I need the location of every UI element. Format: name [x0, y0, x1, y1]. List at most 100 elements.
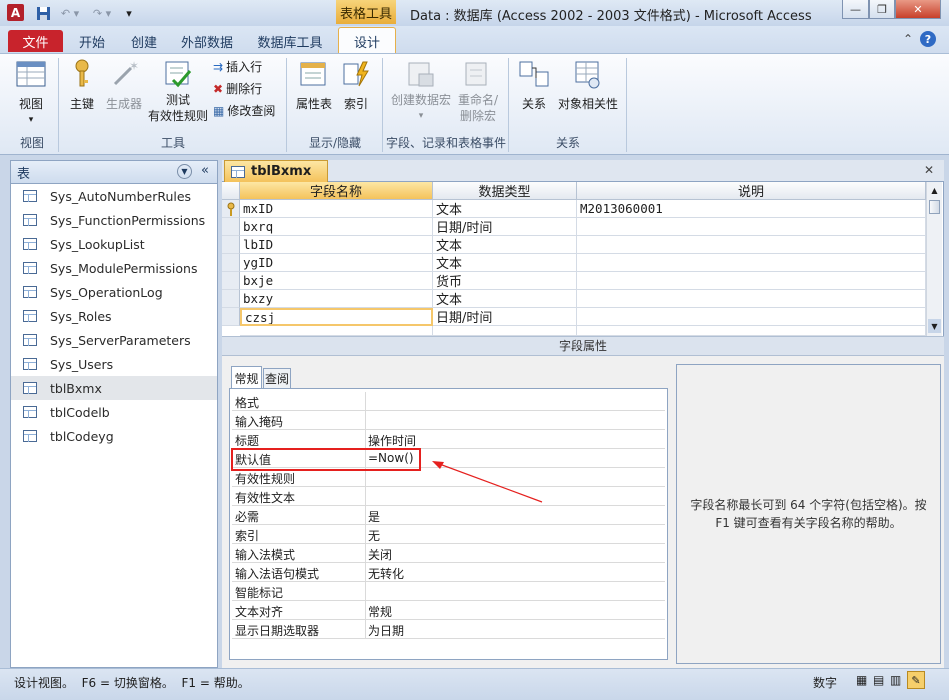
delete-rows-button[interactable]: ✖ 删除行 — [213, 80, 262, 97]
grid-cell-desc[interactable] — [577, 254, 926, 272]
nav-item-Sys_LookupList[interactable]: Sys_LookupList — [11, 232, 217, 256]
minimize-button[interactable]: — — [842, 0, 869, 19]
grid-cell-desc[interactable] — [577, 218, 926, 236]
close-button[interactable]: ✕ — [895, 0, 941, 19]
nav-item-tblBxmx[interactable]: tblBxmx — [11, 376, 217, 400]
property-row[interactable]: 显示日期选取器 为日期 — [232, 620, 665, 639]
maximize-button[interactable]: ❐ — [869, 0, 895, 19]
scroll-up-icon[interactable]: ▲ — [928, 183, 941, 197]
redo-icon[interactable]: ↷ ▾ — [88, 4, 116, 22]
grid-scrollbar[interactable]: ▲ ▼ — [926, 182, 942, 336]
property-row[interactable]: 索引 无 — [232, 525, 665, 544]
row-selector[interactable] — [222, 200, 240, 218]
grid-cell-desc[interactable] — [577, 236, 926, 254]
property-row[interactable]: 标题 操作时间 — [232, 430, 665, 449]
tab-create[interactable]: 创建 — [122, 30, 166, 52]
scroll-thumb[interactable] — [929, 200, 940, 214]
grid-cell-type[interactable]: 文本 — [433, 236, 577, 254]
nav-item-Sys_AutoNumberRules[interactable]: Sys_AutoNumberRules — [11, 184, 217, 208]
nav-item-Sys_Roles[interactable]: Sys_Roles — [11, 304, 217, 328]
ribbon-minimize-icon[interactable]: ⌃ — [903, 32, 913, 46]
grid-cell-type[interactable]: 文本 — [433, 290, 577, 308]
collapse-pane-icon[interactable]: « — [201, 163, 209, 178]
grid-cell-name[interactable]: bxrq — [240, 218, 433, 236]
grid-cell-desc[interactable] — [577, 290, 926, 308]
grid-cell-desc[interactable] — [577, 308, 926, 326]
nav-item-tblCodeyg[interactable]: tblCodeyg — [11, 424, 217, 448]
indexes-button[interactable]: 索引 — [338, 58, 374, 112]
grid-cell-type[interactable]: 文本 — [433, 200, 577, 218]
insert-rows-button[interactable]: ⇉ 插入行 — [213, 58, 262, 75]
datasheet-view-icon[interactable]: ▦ — [856, 673, 867, 687]
property-value[interactable]: 常规 — [368, 603, 392, 620]
grid-cell-desc[interactable]: M2013060001 — [577, 200, 926, 218]
property-row[interactable]: 必需 是 — [232, 506, 665, 525]
rename-delete-macro-button[interactable]: 重命名/ 删除宏 — [456, 58, 500, 124]
grid-cell-name[interactable]: bxje — [240, 272, 433, 290]
design-view-icon[interactable]: ✎ — [907, 671, 925, 689]
view-button[interactable]: 视图 ▾ — [10, 58, 52, 128]
nav-dropdown-icon[interactable]: ▼ — [177, 164, 192, 179]
property-row[interactable]: 文本对齐 常规 — [232, 601, 665, 620]
scroll-down-icon[interactable]: ▼ — [928, 319, 941, 333]
grid-header-description[interactable]: 说明 — [577, 182, 926, 200]
relationships-button[interactable]: 关系 — [514, 58, 554, 112]
save-icon[interactable] — [34, 4, 52, 22]
undo-icon[interactable]: ↶ ▾ — [56, 4, 84, 22]
row-selector[interactable] — [222, 308, 240, 326]
nav-item-Sys_ServerParameters[interactable]: Sys_ServerParameters — [11, 328, 217, 352]
pivotchart-view-icon[interactable]: ▥ — [890, 673, 901, 687]
property-value[interactable]: 关闭 — [368, 546, 392, 563]
customize-qat-icon[interactable]: ▾ — [122, 4, 136, 22]
property-value[interactable]: 无转化 — [368, 565, 404, 582]
grid-header-type[interactable]: 数据类型 — [433, 182, 577, 200]
grid-cell-name[interactable]: bxzy — [240, 290, 433, 308]
tab-design[interactable]: 设计 — [338, 27, 396, 54]
property-sheet-button[interactable]: 属性表 — [292, 58, 336, 112]
grid-cell-name[interactable]: mxID — [240, 200, 433, 218]
access-app-icon[interactable]: A — [7, 4, 24, 21]
grid-cell-name[interactable]: ygID — [240, 254, 433, 272]
tab-general[interactable]: 常规 — [231, 366, 262, 389]
object-dependencies-button[interactable]: 对象相关性 — [556, 58, 620, 112]
property-value[interactable]: 无 — [368, 527, 380, 544]
grid-cell-type[interactable]: 日期/时间 — [433, 218, 577, 236]
grid-cell-name[interactable]: czsj — [240, 308, 433, 326]
tab-home[interactable]: 开始 — [70, 30, 114, 52]
grid-cell-empty[interactable] — [577, 326, 926, 336]
nav-item-Sys_Users[interactable]: Sys_Users — [11, 352, 217, 376]
builder-button[interactable]: ✶ 生成器 — [104, 58, 144, 112]
grid-cell-name[interactable]: lbID — [240, 236, 433, 254]
nav-item-Sys_ModulePermissions[interactable]: Sys_ModulePermissions — [11, 256, 217, 280]
row-selector[interactable] — [222, 236, 240, 254]
tab-tblBxmx[interactable]: tblBxmx — [224, 160, 328, 182]
tab-database-tools[interactable]: 数据库工具 — [250, 30, 330, 52]
help-icon[interactable]: ? — [920, 31, 936, 47]
grid-header-name[interactable]: 字段名称 — [240, 182, 433, 200]
create-data-macro-button[interactable]: 创建数据宏 ▾ — [388, 58, 454, 124]
pivottable-view-icon[interactable]: ▤ — [873, 673, 884, 687]
nav-pane-header[interactable]: 表 ▼ « — [10, 160, 218, 184]
grid-cell-type[interactable]: 文本 — [433, 254, 577, 272]
property-row[interactable]: 输入法模式 关闭 — [232, 544, 665, 563]
grid-cell-empty[interactable] — [240, 326, 433, 336]
grid-cell-type[interactable]: 货币 — [433, 272, 577, 290]
property-row[interactable]: 智能标记 — [232, 582, 665, 601]
row-selector[interactable] — [222, 254, 240, 272]
close-document-icon[interactable]: ✕ — [924, 163, 934, 177]
property-value[interactable]: 为日期 — [368, 622, 404, 639]
modify-lookups-button[interactable]: ▦ 修改查阅 — [213, 102, 275, 119]
tab-lookup[interactable]: 查阅 — [263, 368, 291, 388]
tab-file[interactable]: 文件 — [8, 30, 63, 52]
grid-cell-empty[interactable] — [433, 326, 577, 336]
grid-cell-type[interactable]: 日期/时间 — [433, 308, 577, 326]
nav-item-Sys_FunctionPermissions[interactable]: Sys_FunctionPermissions — [11, 208, 217, 232]
property-row[interactable]: 输入法语句模式 无转化 — [232, 563, 665, 582]
nav-item-Sys_OperationLog[interactable]: Sys_OperationLog — [11, 280, 217, 304]
property-row[interactable]: 格式 — [232, 392, 665, 411]
property-value[interactable]: 是 — [368, 508, 380, 525]
property-row[interactable]: 输入掩码 — [232, 411, 665, 430]
test-validation-button[interactable]: 测试 有效性规则 — [146, 58, 210, 124]
row-selector[interactable] — [222, 290, 240, 308]
tab-external-data[interactable]: 外部数据 — [174, 30, 240, 52]
